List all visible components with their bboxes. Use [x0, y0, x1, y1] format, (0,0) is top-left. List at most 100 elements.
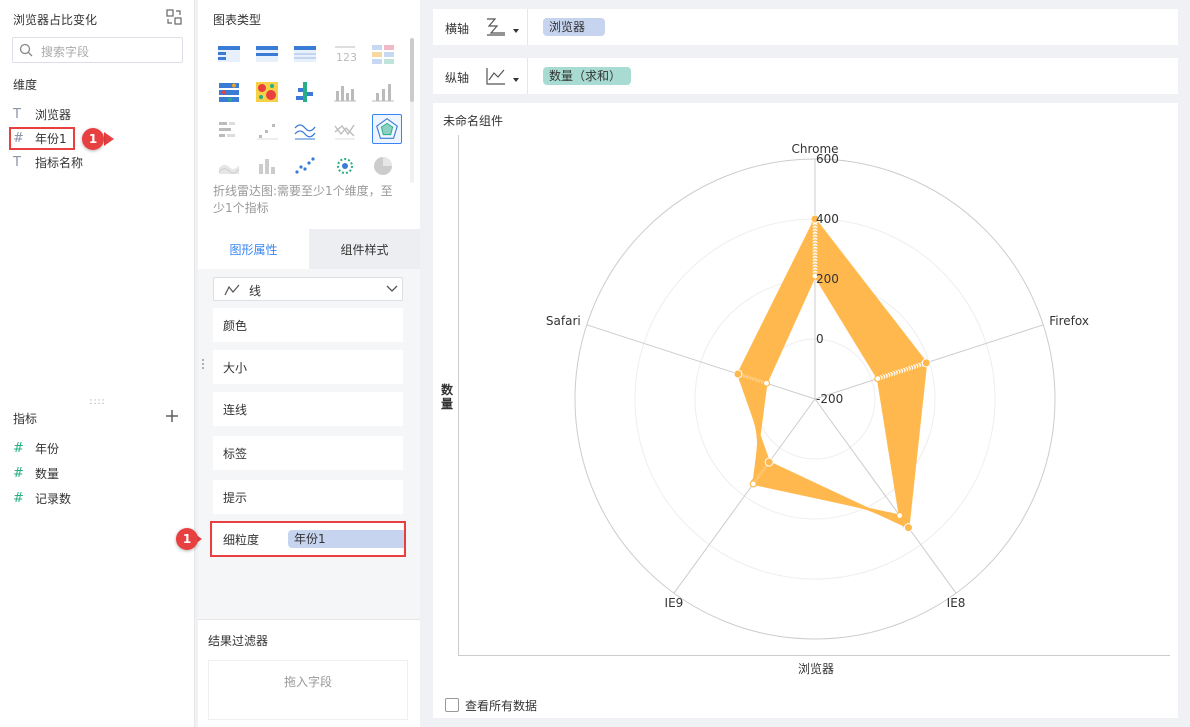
field-panel: 浏览器占比变化 搜索字段 维度 T 浏览器 # 年份1 T 指标名称 1 :::… [0, 0, 195, 727]
drop-placeholder: 拖入字段 [283, 675, 332, 689]
panel-resize-handle[interactable] [200, 357, 206, 371]
tooltip-property[interactable]: 提示 [213, 480, 403, 514]
filter-drop-zone[interactable]: 拖入字段 [208, 660, 408, 720]
multi-line-icon[interactable] [332, 118, 358, 142]
chart-workspace: 横轴 浏览器 纵轴 数量（求和） 未命名组件 数量 浏览器 600 400 200 0… [425, 0, 1190, 727]
table-icon[interactable] [216, 42, 242, 66]
category-label: Safari [546, 314, 581, 328]
radar-point [874, 375, 882, 383]
line-radar-icon[interactable] [372, 114, 402, 144]
chart-type-scrollbar[interactable] [410, 38, 414, 102]
field-label: 数量 [35, 466, 60, 481]
panel-splitter[interactable]: :::: [0, 397, 195, 407]
dot-scatter-icon[interactable] [292, 154, 318, 178]
dimension-field-metric-name[interactable]: T 指标名称 [13, 152, 83, 172]
x-axis-label: 横轴 [445, 22, 470, 36]
radial-tick-label: 0 [816, 332, 824, 346]
column-chart-icon[interactable] [332, 80, 358, 104]
bubble-icon[interactable] [332, 154, 358, 178]
grouped-column-icon[interactable] [370, 80, 396, 104]
badge-pointer [104, 132, 114, 146]
result-filter-title: 结果过滤器 [208, 634, 269, 648]
pie-chart-icon[interactable] [370, 154, 396, 178]
kpi-card-icon[interactable] [370, 42, 396, 66]
dot-matrix-icon[interactable] [216, 80, 242, 104]
tab-component-style[interactable]: 组件样式 [309, 229, 420, 269]
line-chart-icon[interactable] [292, 118, 318, 142]
field-label: 指标名称 [35, 155, 84, 170]
chart-component: 未命名组件 数量 浏览器 600 400 200 0 -200 Chrome Firefox… [433, 103, 1178, 718]
y-axis-label: 纵轴 [445, 71, 470, 85]
highlight-box [9, 127, 75, 150]
measure-field-count[interactable]: # 数量 [13, 463, 59, 483]
x-axis-type-icon[interactable] [485, 17, 507, 37]
label-property[interactable]: 标签 [213, 436, 403, 470]
radar-point [749, 480, 757, 488]
range-column-icon[interactable] [254, 154, 280, 178]
x-axis-shelf[interactable]: 横轴 浏览器 [433, 9, 1178, 45]
x-axis-caret-icon[interactable] [513, 29, 519, 33]
divider [527, 58, 528, 94]
number-type-icon: # [13, 440, 24, 456]
highlight-box [210, 521, 406, 557]
chart-type-hint: 折线雷达图:需要至少1个维度，至少1个指标 [213, 184, 393, 215]
mark-type-select[interactable]: 线 [213, 277, 403, 301]
annotation-badge: 1 [82, 128, 104, 150]
radar-point [762, 379, 771, 387]
switch-dataset-icon[interactable] [166, 9, 182, 25]
radar-spoke [673, 398, 816, 594]
radial-tick-label: -200 [816, 392, 843, 406]
detail-table-icon[interactable] [292, 42, 318, 66]
field-label: 记录数 [35, 491, 72, 506]
number-type-icon: # [13, 465, 24, 481]
category-label: IE8 [947, 596, 966, 610]
search-icon [19, 43, 33, 57]
annotation-badge: 1 [176, 528, 198, 550]
kpi-number-icon[interactable]: 123 [332, 42, 358, 66]
divider [527, 9, 528, 45]
chart-type-title: 图表类型 [213, 13, 262, 27]
measure-field-year[interactable]: # 年份 [13, 438, 59, 458]
show-all-data-checkbox[interactable] [445, 698, 459, 712]
property-tabs: 图形属性 组件样式 [198, 229, 420, 269]
measures-label: 指标 [13, 412, 38, 426]
connect-line-property[interactable]: 连线 [213, 392, 403, 426]
dimension-field-browser[interactable]: T 浏览器 [13, 104, 71, 124]
stacked-bar-icon[interactable] [216, 118, 242, 142]
x-axis-field-pill[interactable]: 浏览器 [543, 18, 605, 36]
tab-graphic-properties[interactable]: 图形属性 [198, 229, 309, 269]
category-label: Chrome [791, 142, 838, 156]
field-search-input[interactable]: 搜索字段 [12, 37, 183, 63]
y-axis-shelf[interactable]: 纵轴 数量（求和） [433, 58, 1178, 94]
add-measure-icon[interactable] [164, 408, 180, 424]
bar-matrix-icon[interactable] [292, 80, 318, 104]
area-chart-icon[interactable] [216, 154, 242, 178]
color-property[interactable]: 颜色 [213, 308, 403, 342]
radar-point [921, 358, 931, 368]
text-type-icon: T [13, 106, 21, 122]
radar-chart: 6004002000-200ChromeFirefoxIE8IE9Safari [546, 142, 1089, 640]
number-type-icon: # [13, 490, 24, 506]
search-placeholder: 搜索字段 [41, 45, 90, 59]
radial-tick-label: 200 [816, 272, 839, 286]
heatmap-icon[interactable] [254, 80, 280, 104]
field-label: 浏览器 [35, 107, 72, 122]
scatter-icon[interactable] [254, 118, 280, 142]
radar-point [903, 523, 913, 533]
mark-type-value: 线 [249, 284, 262, 298]
y-axis-field-pill[interactable]: 数量（求和） [543, 67, 631, 85]
cross-table-icon[interactable] [254, 42, 280, 66]
radar-band-fill [814, 217, 928, 380]
radar-point [764, 457, 774, 467]
size-property[interactable]: 大小 [213, 350, 403, 384]
y-axis-caret-icon[interactable] [513, 78, 519, 82]
field-label: 年份 [35, 441, 60, 456]
config-panel: 图表类型 123 折线雷达图:需要至少1个维度，至少1个指标 图形属性 组件样式… [176, 0, 420, 727]
category-label: IE9 [665, 596, 684, 610]
radar-point [896, 511, 904, 520]
y-axis-type-icon[interactable] [485, 66, 507, 86]
measure-field-records[interactable]: # 记录数 [13, 488, 71, 508]
svg-text:123: 123 [336, 51, 357, 64]
radar-point [733, 369, 743, 379]
line-mark-icon [224, 284, 240, 296]
